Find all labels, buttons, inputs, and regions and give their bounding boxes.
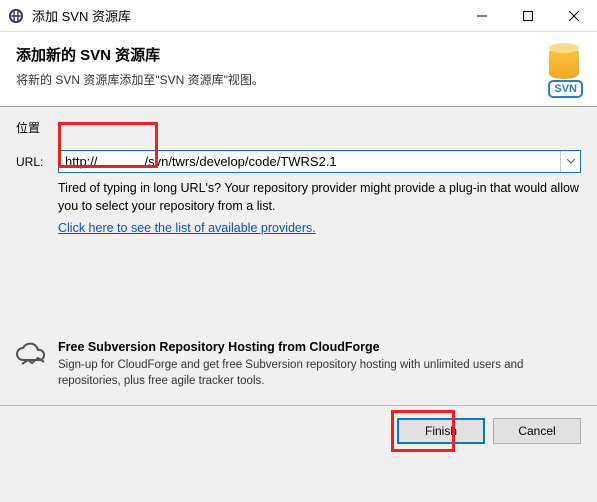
hint-text: Tired of typing in long URL's? Your repo… [58,181,579,213]
window-title: 添加 SVN 资源库 [32,6,459,25]
url-dropdown-button[interactable] [560,151,580,172]
dialog-header: 添加新的 SVN 资源库 将新的 SVN 资源库添加至"SVN 资源库"视图。 … [0,32,597,106]
svn-repo-icon: SVN [527,44,583,100]
dialog-footer: Finish Cancel [0,406,597,456]
app-icon [8,8,24,24]
promo-body: Sign-up for CloudForge and get free Subv… [58,358,581,389]
window-controls [459,0,597,31]
promo-title: Free Subversion Repository Hosting from … [58,339,581,356]
promo-text: Free Subversion Repository Hosting from … [58,339,581,389]
maximize-button[interactable] [505,0,551,31]
url-label: URL: [16,155,50,169]
providers-link[interactable]: Click here to see the list of available … [58,219,316,237]
location-legend: 位置 [16,119,581,136]
titlebar: 添加 SVN 资源库 [0,0,597,32]
url-row: URL: [16,150,581,173]
close-button[interactable] [551,0,597,31]
hint-block: Tired of typing in long URL's? Your repo… [58,179,581,237]
header-description: 将新的 SVN 资源库添加至"SVN 资源库"视图。 [16,71,581,88]
url-input[interactable] [59,151,560,172]
promo-panel: Free Subversion Repository Hosting from … [0,331,597,401]
svn-badge: SVN [548,80,583,98]
url-combobox[interactable] [58,150,581,173]
content-area: 位置 URL: Tired of typing in long URL's? Y… [0,107,597,245]
cloudforge-icon [16,342,48,370]
minimize-button[interactable] [459,0,505,31]
header-title: 添加新的 SVN 资源库 [16,44,581,65]
cancel-button[interactable]: Cancel [493,418,581,444]
finish-button[interactable]: Finish [397,418,485,444]
